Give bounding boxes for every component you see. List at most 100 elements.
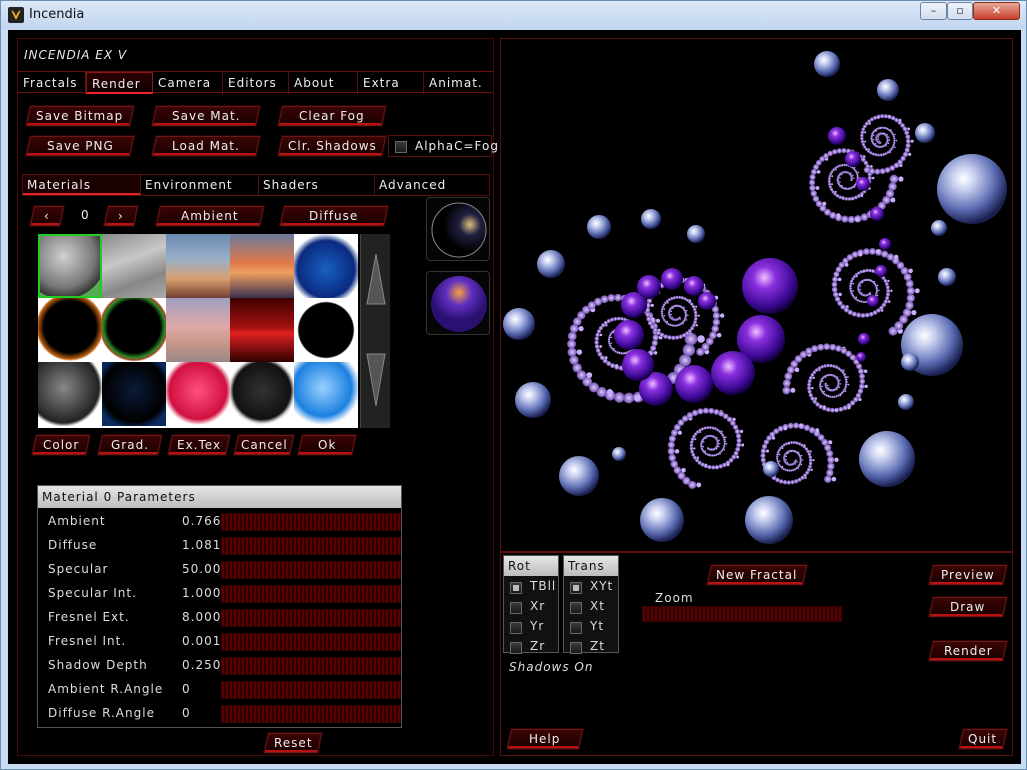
glass-bubble: [640, 498, 684, 542]
lace-dot: [849, 188, 851, 190]
tab-camera[interactable]: Camera: [153, 72, 223, 94]
param-slider[interactable]: [221, 585, 401, 603]
param-slider[interactable]: [221, 537, 401, 555]
help-button[interactable]: Help: [506, 729, 584, 749]
texture-clouds[interactable]: [102, 234, 166, 298]
draw-button[interactable]: Draw: [928, 597, 1008, 617]
texture-pink-haze[interactable]: [166, 298, 230, 362]
texture-sky-sunset[interactable]: [166, 234, 230, 298]
fractal-render-view[interactable]: [500, 38, 1013, 552]
lace-dot: [690, 440, 694, 444]
param-slider[interactable]: [221, 633, 401, 651]
yt-checkbox[interactable]: [570, 622, 582, 634]
tab-about[interactable]: About: [289, 72, 358, 94]
diffuse-button[interactable]: Diffuse: [279, 206, 389, 226]
param-slider[interactable]: [221, 561, 401, 579]
lace-dot: [905, 279, 914, 288]
param-value: 1.081: [182, 538, 222, 552]
ok-button[interactable]: Ok: [297, 435, 357, 455]
zt-checkbox[interactable]: [570, 642, 582, 654]
ex-tex-button[interactable]: Ex.Tex: [167, 435, 231, 455]
title-bar[interactable]: Incendia – ▫ ✕: [1, 1, 1026, 29]
ambient-button[interactable]: Ambient: [155, 206, 265, 226]
save-mat-button[interactable]: Save Mat.: [151, 106, 261, 126]
clr-shadows-button[interactable]: Clr. Shadows: [277, 136, 387, 156]
lace-dot: [877, 116, 880, 119]
zoom-slider[interactable]: [642, 606, 842, 622]
lace-dot: [827, 177, 831, 181]
lace-dot: [844, 187, 847, 189]
texture-dark-green-sphere[interactable]: [102, 298, 166, 362]
texture-red-horizon[interactable]: [230, 298, 294, 362]
subtab-advanced[interactable]: Advanced: [375, 175, 489, 195]
lace-dot: [870, 165, 873, 168]
reset-button[interactable]: Reset: [263, 733, 323, 753]
incendia-logo-icon: [8, 7, 24, 23]
save-bitmap-button[interactable]: Save Bitmap: [25, 106, 135, 126]
quit-button[interactable]: Quit: [958, 729, 1008, 749]
tab-animat[interactable]: Animat.: [424, 72, 493, 94]
xt-checkbox[interactable]: [570, 602, 582, 614]
lace-dot: [838, 292, 842, 297]
render-button[interactable]: Render: [928, 641, 1008, 661]
param-slider[interactable]: [221, 705, 401, 723]
lace-dot: [844, 375, 848, 379]
save-png-button[interactable]: Save PNG: [25, 136, 135, 156]
texture-dark-gray-sphere[interactable]: [38, 362, 102, 426]
lace-dot: [809, 184, 816, 192]
lace-dot: [868, 292, 872, 295]
yr-checkbox[interactable]: [510, 622, 522, 634]
texture-navy-sphere[interactable]: [102, 362, 166, 426]
texture-chrome-sphere[interactable]: [230, 362, 294, 426]
preview-button[interactable]: Preview: [928, 565, 1008, 585]
param-slider[interactable]: [221, 681, 401, 699]
tab-editors[interactable]: Editors: [223, 72, 289, 94]
close-button[interactable]: ✕: [973, 2, 1020, 20]
lace-dot: [808, 461, 813, 466]
zr-checkbox[interactable]: [510, 642, 522, 654]
lace-dot: [890, 289, 893, 293]
minimize-button[interactable]: –: [920, 2, 947, 20]
xyt-checkbox[interactable]: [570, 582, 582, 594]
texture-black-sphere[interactable]: [294, 298, 358, 362]
subtab-materials[interactable]: Materials: [23, 175, 141, 195]
lace-dot: [902, 308, 912, 317]
cancel-button[interactable]: Cancel: [233, 435, 295, 455]
texture-gray-sphere[interactable]: [38, 234, 102, 298]
lace-dot: [689, 299, 692, 302]
texture-dark-orange-sphere[interactable]: [38, 298, 102, 362]
purple-sphere: [711, 351, 755, 395]
xr-checkbox[interactable]: [510, 602, 522, 614]
alphac-fog-checkbox[interactable]: [395, 141, 407, 153]
texture-grid-scrollbar[interactable]: [360, 234, 390, 428]
clear-fog-button[interactable]: Clear Fog: [277, 106, 387, 126]
material-prev-button[interactable]: ‹: [29, 206, 65, 226]
subtab-shaders[interactable]: Shaders: [259, 175, 375, 195]
maximize-button[interactable]: ▫: [947, 2, 973, 20]
texture-blue-glow-sphere[interactable]: [294, 234, 358, 298]
param-label: Diffuse R.Angle: [48, 706, 155, 720]
alphac-fog-toggle[interactable]: AlphaC=Fog: [388, 135, 498, 157]
param-slider[interactable]: [221, 609, 401, 627]
load-mat-button[interactable]: Load Mat.: [151, 136, 261, 156]
param-slider[interactable]: [221, 513, 401, 531]
texture-orange-sky[interactable]: [230, 234, 294, 298]
grad-button[interactable]: Grad.: [97, 435, 163, 455]
texture-light-blue-sphere[interactable]: [294, 362, 358, 426]
texture-pink-sphere[interactable]: [166, 362, 230, 426]
new-fractal-button[interactable]: New Fractal: [706, 565, 808, 585]
material-next-button[interactable]: ›: [103, 206, 139, 226]
color-button[interactable]: Color: [31, 435, 91, 455]
tab-extra[interactable]: Extra: [358, 72, 424, 94]
param-label: Specular: [48, 562, 109, 576]
lace-dot: [849, 282, 853, 286]
glass-bubble: [612, 447, 626, 461]
lace-dot: [839, 394, 842, 397]
tab-fractals[interactable]: Fractals: [18, 72, 86, 94]
lace-dot: [839, 379, 841, 381]
tab-render[interactable]: Render: [86, 72, 153, 94]
subtab-environment[interactable]: Environment: [141, 175, 259, 195]
param-slider[interactable]: [221, 657, 401, 675]
tbll-checkbox[interactable]: [510, 582, 522, 594]
lace-dot: [610, 342, 612, 344]
